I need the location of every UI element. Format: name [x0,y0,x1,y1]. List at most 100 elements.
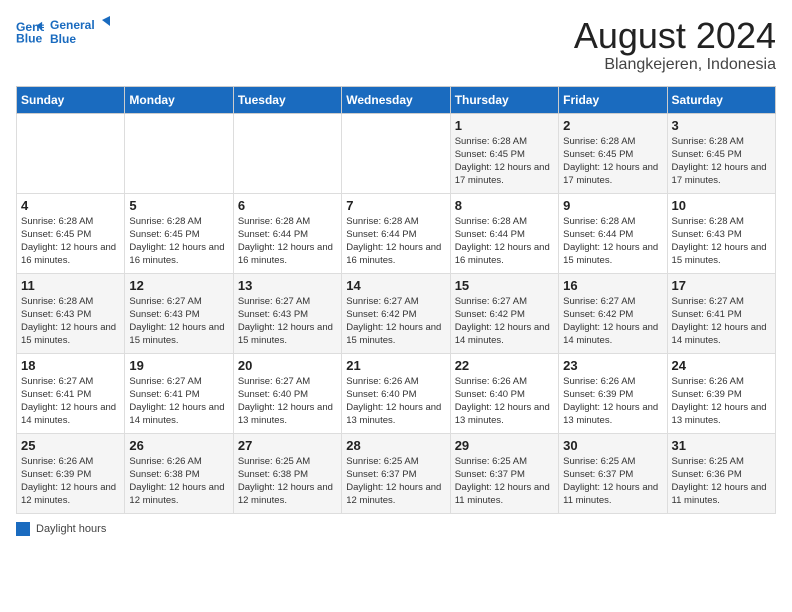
day-number: 3 [672,118,771,133]
day-number: 21 [346,358,445,373]
day-info: Sunrise: 6:28 AM Sunset: 6:45 PM Dayligh… [563,135,662,188]
legend-label: Daylight hours [36,523,106,535]
day-info: Sunrise: 6:26 AM Sunset: 6:40 PM Dayligh… [346,375,445,428]
day-number: 22 [455,358,554,373]
day-info: Sunrise: 6:28 AM Sunset: 6:44 PM Dayligh… [563,215,662,268]
day-header-saturday: Saturday [667,86,775,113]
day-number: 24 [672,358,771,373]
day-number: 15 [455,278,554,293]
calendar-cell: 6Sunrise: 6:28 AM Sunset: 6:44 PM Daylig… [233,193,341,273]
day-info: Sunrise: 6:28 AM Sunset: 6:44 PM Dayligh… [238,215,337,268]
day-info: Sunrise: 6:27 AM Sunset: 6:41 PM Dayligh… [672,295,771,348]
svg-text:General: General [50,18,95,32]
day-number: 26 [129,438,228,453]
calendar-cell: 8 Sunrise: 6:28 AM Sunset: 6:44 PM Daylig… [450,193,558,273]
logo-icon: General Blue [16,18,44,46]
calendar-week-row: 1 Sunrise: 6:28 AM Sunset: 6:45 PM Daylig… [17,113,776,193]
calendar-cell: 11Sunrise: 6:28 AM Sunset: 6:43 PM Dayli… [17,273,125,353]
footer: Daylight hours [16,522,776,536]
page-header: General Blue General Blue August 2024 Bl… [16,16,776,74]
day-info: Sunrise: 6:25 AM Sunset: 6:36 PM Dayligh… [672,455,771,508]
day-number: 12 [129,278,228,293]
calendar-cell: 26 Sunrise: 6:26 AM Sunset: 6:38 PM Dayli… [125,433,233,513]
day-info: Sunrise: 6:26 AM Sunset: 6:40 PM Dayligh… [455,375,554,428]
day-number: 2 [563,118,662,133]
day-number: 1 [455,118,554,133]
calendar-cell: 10Sunrise: 6:28 AM Sunset: 6:43 PM Dayli… [667,193,775,273]
day-number: 18 [21,358,120,373]
calendar-cell: 12 Sunrise: 6:27 AM Sunset: 6:43 PM Dayli… [125,273,233,353]
logo-bird-icon: General Blue [50,16,110,48]
day-info: Sunrise: 6:26 AM Sunset: 6:39 PM Dayligh… [21,455,120,508]
calendar-cell: 5 Sunrise: 6:28 AM Sunset: 6:45 PM Daylig… [125,193,233,273]
day-info: Sunrise: 6:27 AM Sunset: 6:42 PM Dayligh… [346,295,445,348]
day-info: Sunrise: 6:26 AM Sunset: 6:39 PM Dayligh… [563,375,662,428]
day-number: 19 [129,358,228,373]
legend-color-box [16,522,30,536]
calendar-cell: 27 Sunrise: 6:25 AM Sunset: 6:38 PM Dayli… [233,433,341,513]
calendar-cell: 15Sunrise: 6:27 AM Sunset: 6:42 PM Dayli… [450,273,558,353]
calendar-cell: 31 Sunrise: 6:25 AM Sunset: 6:36 PM Dayli… [667,433,775,513]
day-info: Sunrise: 6:28 AM Sunset: 6:45 PM Dayligh… [672,135,771,188]
day-info: Sunrise: 6:27 AM Sunset: 6:43 PM Dayligh… [238,295,337,348]
day-number: 30 [563,438,662,453]
calendar-cell: 14 Sunrise: 6:27 AM Sunset: 6:42 PM Dayli… [342,273,450,353]
calendar-week-row: 11Sunrise: 6:28 AM Sunset: 6:43 PM Dayli… [17,273,776,353]
day-info: Sunrise: 6:26 AM Sunset: 6:38 PM Dayligh… [129,455,228,508]
day-info: Sunrise: 6:28 AM Sunset: 6:44 PM Dayligh… [346,215,445,268]
calendar-cell [233,113,341,193]
day-number: 13 [238,278,337,293]
day-info: Sunrise: 6:25 AM Sunset: 6:37 PM Dayligh… [346,455,445,508]
day-info: Sunrise: 6:28 AM Sunset: 6:43 PM Dayligh… [672,215,771,268]
day-info: Sunrise: 6:25 AM Sunset: 6:38 PM Dayligh… [238,455,337,508]
svg-text:Blue: Blue [50,32,76,46]
day-info: Sunrise: 6:28 AM Sunset: 6:45 PM Dayligh… [455,135,554,188]
day-header-monday: Monday [125,86,233,113]
calendar-cell: 7 Sunrise: 6:28 AM Sunset: 6:44 PM Daylig… [342,193,450,273]
calendar-cell: 29Sunrise: 6:25 AM Sunset: 6:37 PM Dayli… [450,433,558,513]
day-info: Sunrise: 6:27 AM Sunset: 6:41 PM Dayligh… [21,375,120,428]
day-header-tuesday: Tuesday [233,86,341,113]
day-number: 31 [672,438,771,453]
day-header-sunday: Sunday [17,86,125,113]
day-info: Sunrise: 6:28 AM Sunset: 6:45 PM Dayligh… [129,215,228,268]
calendar-cell: 1 Sunrise: 6:28 AM Sunset: 6:45 PM Daylig… [450,113,558,193]
day-info: Sunrise: 6:26 AM Sunset: 6:39 PM Dayligh… [672,375,771,428]
day-number: 28 [346,438,445,453]
day-info: Sunrise: 6:27 AM Sunset: 6:40 PM Dayligh… [238,375,337,428]
svg-text:Blue: Blue [16,31,43,45]
calendar-cell: 20 Sunrise: 6:27 AM Sunset: 6:40 PM Dayli… [233,353,341,433]
calendar-cell: 21 Sunrise: 6:26 AM Sunset: 6:40 PM Dayli… [342,353,450,433]
day-info: Sunrise: 6:28 AM Sunset: 6:45 PM Dayligh… [21,215,120,268]
day-number: 5 [129,198,228,213]
calendar-cell [342,113,450,193]
day-number: 27 [238,438,337,453]
day-info: Sunrise: 6:27 AM Sunset: 6:41 PM Dayligh… [129,375,228,428]
day-info: Sunrise: 6:25 AM Sunset: 6:37 PM Dayligh… [455,455,554,508]
calendar-cell: 9 Sunrise: 6:28 AM Sunset: 6:44 PM Daylig… [559,193,667,273]
day-number: 14 [346,278,445,293]
day-header-thursday: Thursday [450,86,558,113]
day-number: 16 [563,278,662,293]
day-info: Sunrise: 6:27 AM Sunset: 6:43 PM Dayligh… [129,295,228,348]
calendar-table: SundayMondayTuesdayWednesdayThursdayFrid… [16,86,776,514]
day-number: 9 [563,198,662,213]
calendar-cell: 18 Sunrise: 6:27 AM Sunset: 6:41 PM Dayli… [17,353,125,433]
days-header-row: SundayMondayTuesdayWednesdayThursdayFrid… [17,86,776,113]
calendar-week-row: 18 Sunrise: 6:27 AM Sunset: 6:41 PM Dayli… [17,353,776,433]
day-info: Sunrise: 6:27 AM Sunset: 6:42 PM Dayligh… [563,295,662,348]
day-number: 20 [238,358,337,373]
calendar-cell: 13 Sunrise: 6:27 AM Sunset: 6:43 PM Dayli… [233,273,341,353]
calendar-cell: 3 Sunrise: 6:28 AM Sunset: 6:45 PM Daylig… [667,113,775,193]
day-header-wednesday: Wednesday [342,86,450,113]
calendar-cell: 17 Sunrise: 6:27 AM Sunset: 6:41 PM Dayli… [667,273,775,353]
day-info: Sunrise: 6:28 AM Sunset: 6:44 PM Dayligh… [455,215,554,268]
calendar-cell: 16 Sunrise: 6:27 AM Sunset: 6:42 PM Dayli… [559,273,667,353]
calendar-week-row: 25Sunrise: 6:26 AM Sunset: 6:39 PM Dayli… [17,433,776,513]
day-number: 23 [563,358,662,373]
calendar-cell: 22 Sunrise: 6:26 AM Sunset: 6:40 PM Dayli… [450,353,558,433]
day-number: 17 [672,278,771,293]
calendar-cell: 2 Sunrise: 6:28 AM Sunset: 6:45 PM Daylig… [559,113,667,193]
day-number: 8 [455,198,554,213]
day-number: 7 [346,198,445,213]
